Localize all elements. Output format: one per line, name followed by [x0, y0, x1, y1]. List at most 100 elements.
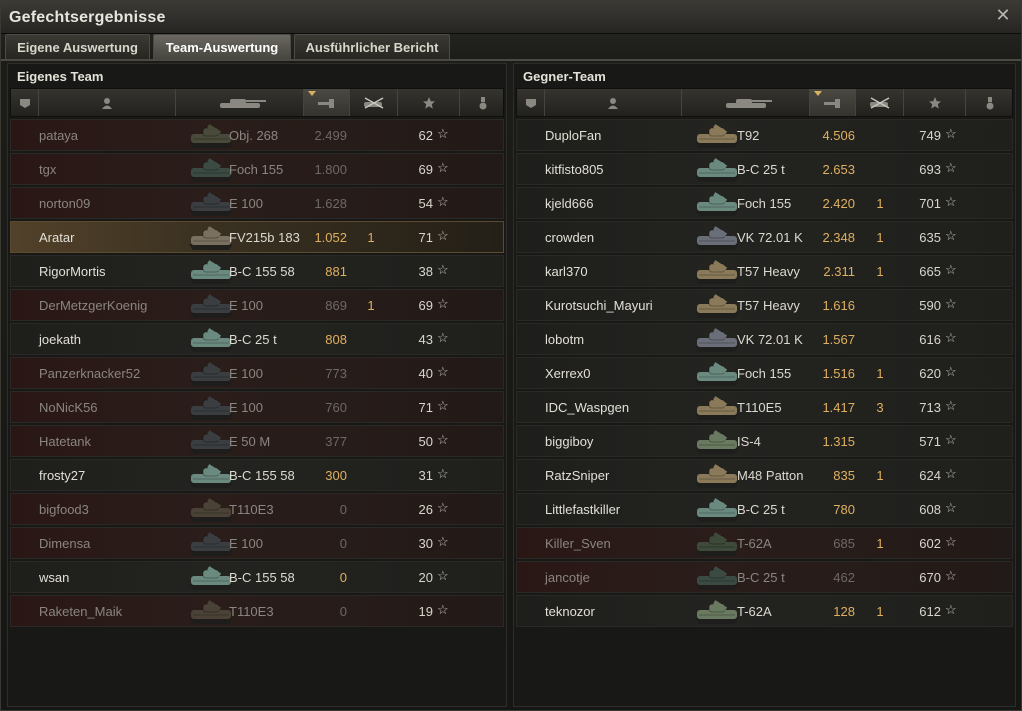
player-row[interactable]: kjeld666 Foch 155 2.420 1 701 ☆ [516, 187, 1013, 219]
xp-star-icon: ☆ [437, 364, 449, 379]
player-column-header[interactable] [545, 89, 682, 116]
own-team-panel: Eigenes Team pataya Obj. 268 2.499 62 ☆ … [7, 63, 507, 707]
xp-value: 616 [919, 332, 941, 347]
player-row[interactable]: Kurotsuchi_Mayuri T57 Heavy 1.616 590 ☆ [516, 289, 1013, 321]
damage-value: 835 [833, 468, 855, 483]
squad-column-header[interactable] [517, 89, 545, 116]
medal-column-header[interactable] [966, 89, 1014, 116]
player-name[interactable]: Raketen_Maik [39, 604, 122, 619]
tab-team-auswertung[interactable]: Team-Auswertung [153, 34, 291, 60]
vehicle-name: FV215b 183 [229, 230, 300, 245]
player-row[interactable]: crowden VK 72.01 K 2.348 1 635 ☆ [516, 221, 1013, 253]
close-icon[interactable]: ✕ [995, 6, 1011, 24]
xp-value: 69 [418, 298, 433, 313]
player-name[interactable]: teknozor [545, 604, 595, 619]
player-name[interactable]: pataya [39, 128, 78, 143]
player-name[interactable]: IDC_Waspgen [545, 400, 629, 415]
xp-star-icon: ☆ [437, 602, 449, 617]
player-name[interactable]: Dimensa [39, 536, 90, 551]
title-bar[interactable]: Gefechtsergebnisse ✕ [1, 1, 1021, 34]
xp-star-icon: ☆ [437, 296, 449, 311]
player-row[interactable]: frosty27 B-C 155 58 300 31 ☆ [10, 459, 504, 491]
player-name[interactable]: norton09 [39, 196, 90, 211]
player-name[interactable]: Xerrex0 [545, 366, 591, 381]
player-row[interactable]: Panzerknacker52 E 100 773 40 ☆ [10, 357, 504, 389]
player-row[interactable]: Littlefastkiller B-C 25 t 780 608 ☆ [516, 493, 1013, 525]
player-row[interactable]: karl370 T57 Heavy 2.311 1 665 ☆ [516, 255, 1013, 287]
xp-star-icon: ☆ [945, 194, 957, 209]
player-row[interactable]: bigfood3 T110E3 0 26 ☆ [10, 493, 504, 525]
medal-column-header[interactable] [460, 89, 505, 116]
player-row[interactable]: norton09 E 100 1.628 54 ☆ [10, 187, 504, 219]
player-row[interactable]: Raketen_Maik T110E3 0 19 ☆ [10, 595, 504, 627]
player-name[interactable]: Littlefastkiller [545, 502, 620, 517]
player-row[interactable]: biggiboy IS-4 1.315 571 ☆ [516, 425, 1013, 457]
xp-column-header[interactable] [398, 89, 460, 116]
kills-value: 1 [876, 604, 884, 619]
player-name[interactable]: biggiboy [545, 434, 593, 449]
player-column-header[interactable] [39, 89, 176, 116]
vehicle-name: E 100 [229, 366, 263, 381]
player-name[interactable]: bigfood3 [39, 502, 89, 517]
player-name[interactable]: lobotm [545, 332, 584, 347]
player-row[interactable]: RatzSniper M48 Patton 835 1 624 ☆ [516, 459, 1013, 491]
player-row[interactable]: pataya Obj. 268 2.499 62 ☆ [10, 119, 504, 151]
player-row[interactable]: Dimensa E 100 0 30 ☆ [10, 527, 504, 559]
tab-eigene-auswertung[interactable]: Eigene Auswertung [5, 34, 150, 60]
player-name[interactable]: Hatetank [39, 434, 91, 449]
player-name[interactable]: jancotje [545, 570, 590, 585]
player-row[interactable]: Aratar FV215b 183 1.052 1 71 ☆ [10, 221, 504, 253]
player-row[interactable]: teknozor T-62A 128 1 612 ☆ [516, 595, 1013, 627]
player-row[interactable]: Killer_Sven T-62A 685 1 602 ☆ [516, 527, 1013, 559]
player-name[interactable]: kitfisto805 [545, 162, 604, 177]
player-row[interactable]: kitfisto805 B-C 25 t 2.653 693 ☆ [516, 153, 1013, 185]
damage-icon [823, 98, 840, 108]
player-name[interactable]: Panzerknacker52 [39, 366, 140, 381]
xp-column-header[interactable] [904, 89, 966, 116]
player-name[interactable]: RigorMortis [39, 264, 105, 279]
player-row[interactable]: lobotm VK 72.01 K 1.567 616 ☆ [516, 323, 1013, 355]
player-name[interactable]: DuploFan [545, 128, 601, 143]
vehicle-column-header[interactable] [682, 89, 810, 116]
damage-column-header[interactable] [810, 89, 856, 116]
vehicle-column-header[interactable] [176, 89, 304, 116]
player-row[interactable]: IDC_Waspgen T110E5 1.417 3 713 ☆ [516, 391, 1013, 423]
xp-star-icon: ☆ [945, 296, 957, 311]
player-name[interactable]: DerMetzgerKoenig [39, 298, 147, 313]
player-row[interactable]: tgx Foch 155 1.800 69 ☆ [10, 153, 504, 185]
player-row[interactable]: NoNicK56 E 100 760 71 ☆ [10, 391, 504, 423]
xp-star-icon: ☆ [945, 500, 957, 515]
player-row[interactable]: DerMetzgerKoenig E 100 869 1 69 ☆ [10, 289, 504, 321]
damage-column-header[interactable] [304, 89, 350, 116]
player-name[interactable]: NoNicK56 [39, 400, 98, 415]
kills-column-header[interactable] [856, 89, 904, 116]
player-name[interactable]: kjeld666 [545, 196, 593, 211]
player-name[interactable]: Kurotsuchi_Mayuri [545, 298, 653, 313]
xp-star-icon: ☆ [945, 262, 957, 277]
player-row[interactable]: Hatetank E 50 M 377 50 ☆ [10, 425, 504, 457]
player-row[interactable]: wsan B-C 155 58 0 20 ☆ [10, 561, 504, 593]
player-name[interactable]: RatzSniper [545, 468, 609, 483]
vehicle-name: VK 72.01 K [737, 230, 803, 245]
player-icon [608, 97, 618, 109]
kills-column-header[interactable] [350, 89, 398, 116]
xp-value: 624 [919, 468, 941, 483]
player-row[interactable]: Xerrex0 Foch 155 1.516 1 620 ☆ [516, 357, 1013, 389]
player-name[interactable]: frosty27 [39, 468, 85, 483]
player-row[interactable]: jancotje B-C 25 t 462 670 ☆ [516, 561, 1013, 593]
damage-value: 0 [339, 502, 347, 517]
player-name[interactable]: Aratar [39, 230, 74, 245]
player-row[interactable]: joekath B-C 25 t 808 43 ☆ [10, 323, 504, 355]
player-name[interactable]: joekath [39, 332, 81, 347]
player-name[interactable]: crowden [545, 230, 594, 245]
player-name[interactable]: Killer_Sven [545, 536, 611, 551]
player-name[interactable]: tgx [39, 162, 56, 177]
player-row[interactable]: DuploFan T92 4.506 749 ☆ [516, 119, 1013, 151]
tab-ausfuehrlicher-bericht[interactable]: Ausführlicher Bericht [294, 34, 450, 60]
player-name[interactable]: karl370 [545, 264, 588, 279]
own-team-rows: pataya Obj. 268 2.499 62 ☆ tgx Foch 155 1.800 69… [10, 119, 504, 629]
squad-column-header[interactable] [11, 89, 39, 116]
medal-icon [479, 96, 486, 109]
player-name[interactable]: wsan [39, 570, 69, 585]
player-row[interactable]: RigorMortis B-C 155 58 881 38 ☆ [10, 255, 504, 287]
